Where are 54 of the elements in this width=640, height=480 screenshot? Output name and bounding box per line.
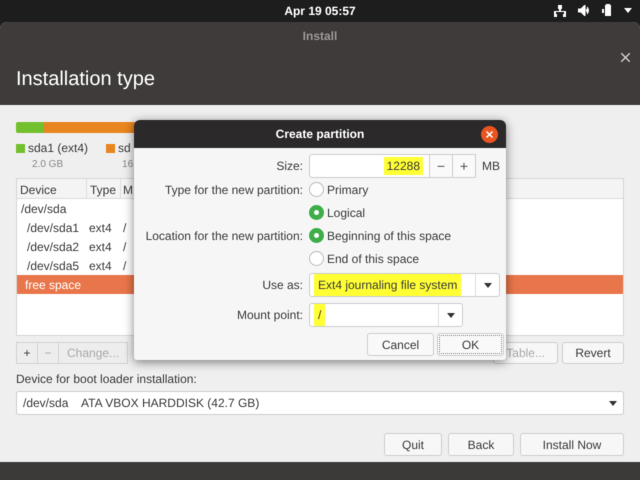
footer-button[interactable]: Quit: [384, 433, 442, 456]
unit-label: MB: [482, 158, 500, 175]
legend-size: 16.: [122, 159, 136, 170]
table-cell-text: /dev/sda5: [26, 258, 80, 274]
radio-button[interactable]: Logical: [309, 204, 366, 222]
field-label: Mount point:: [236, 308, 303, 322]
toolbar-button[interactable]: +: [16, 342, 38, 364]
field-label: Size:: [276, 159, 303, 173]
dropdown-arrow-icon[interactable]: [624, 8, 632, 13]
ok-button[interactable]: OK: [437, 333, 504, 356]
dialog-title: Create partition: [276, 126, 364, 143]
field-label: Location for the new partition:: [146, 228, 303, 242]
table-cell-text: /: [122, 258, 128, 274]
legend-label: sd: [118, 140, 131, 157]
dropdown-arrow-icon: [609, 400, 617, 406]
use-as-dropdown[interactable]: Ext4 journaling file system: [309, 273, 500, 297]
cancel-button[interactable]: Cancel: [367, 333, 434, 356]
toolbar-button[interactable]: Revert: [562, 342, 624, 364]
legend-label: sda1 (ext4): [28, 140, 88, 157]
close-icon[interactable]: [621, 53, 630, 62]
window-title: Install: [302, 29, 338, 43]
column-header[interactable]: M: [121, 179, 136, 198]
clock: Apr 19 05:57: [284, 3, 356, 20]
column-header[interactable]: Device: [17, 179, 87, 198]
table-cell-text: /dev/sda: [20, 200, 68, 218]
radio-button[interactable]: Primary: [309, 180, 368, 198]
table-cell-text: /dev/sda2: [26, 238, 80, 256]
battery-icon[interactable]: [602, 4, 612, 17]
decrement-button[interactable]: −: [430, 154, 453, 178]
table-cell-text: /dev/sda1: [26, 220, 80, 236]
table-cell-text: ext4: [88, 220, 113, 236]
page-heading: Installation type: [16, 68, 155, 90]
field-label: Device for boot loader installation:: [16, 372, 197, 386]
install-button[interactable]: Install Now: [520, 433, 624, 456]
table-cell-text: ext4: [88, 238, 113, 256]
radio-button[interactable]: Beginning of this space: [309, 226, 452, 244]
field-label: Use as:: [262, 278, 303, 292]
dropdown-arrow-icon: [446, 312, 454, 318]
volume-icon[interactable]: [578, 5, 590, 16]
size-field[interactable]: 12288: [309, 154, 430, 178]
radio-button[interactable]: End of this space: [309, 250, 420, 268]
close-icon[interactable]: [481, 126, 498, 143]
field-label: Type for the new partition:: [164, 182, 303, 196]
mount-point-field[interactable]: /: [309, 303, 463, 327]
increment-button[interactable]: +: [453, 154, 476, 178]
table-cell-text: ext4: [88, 258, 113, 274]
legend-size: 2.0 GB: [32, 159, 64, 170]
table-cell-text: free space: [24, 276, 82, 294]
network-icon[interactable]: [554, 4, 566, 16]
footer-button[interactable]: Back: [448, 433, 514, 456]
dropdown-arrow-icon: [484, 282, 492, 288]
boot-device-dropdown[interactable]: /dev/sda ATA VBOX HARDDISK (42.7 GB): [16, 391, 624, 415]
column-header[interactable]: Type: [87, 179, 121, 198]
table-cell-text: /: [122, 238, 128, 256]
